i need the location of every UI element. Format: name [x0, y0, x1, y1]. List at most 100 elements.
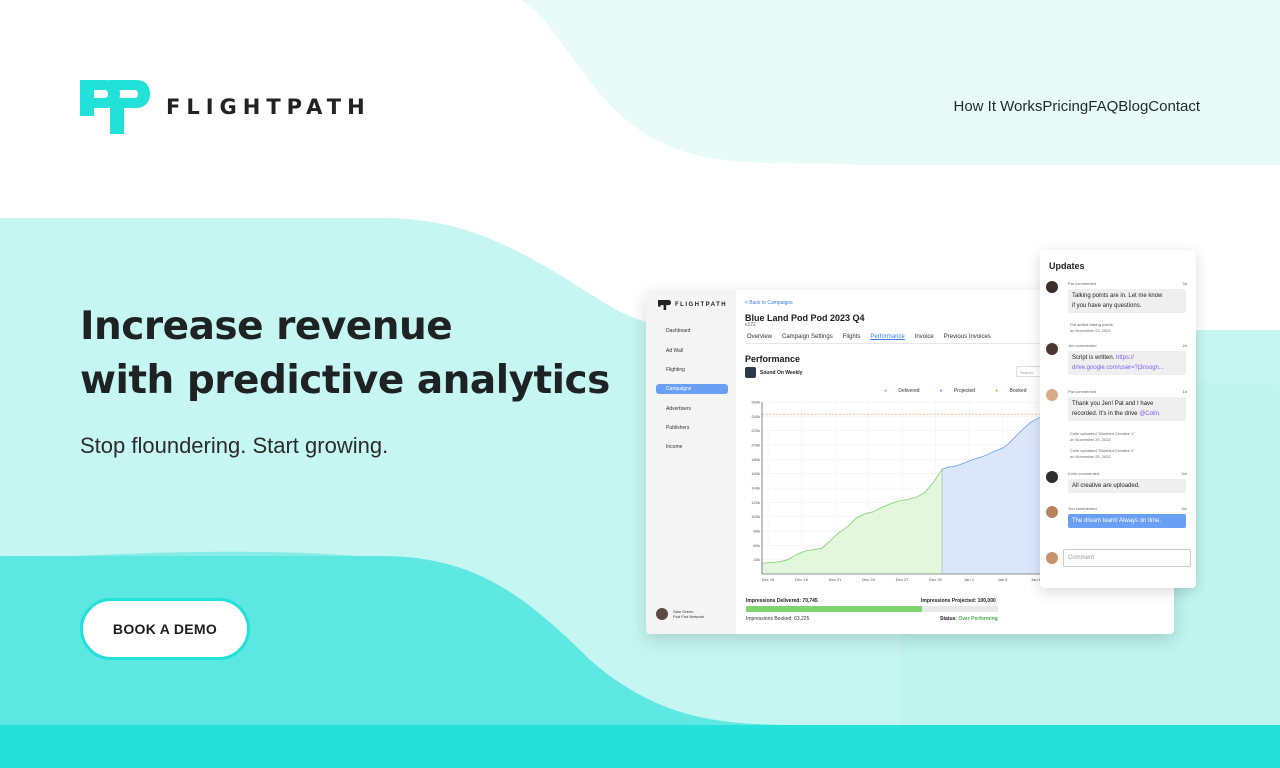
message-time: 1d — [1182, 389, 1187, 394]
x-tick-label: Dec 24 — [862, 577, 875, 582]
sidebar-item-campaigns[interactable]: Campaigns — [656, 384, 728, 394]
mention-link[interactable]: @Colin. — [1139, 411, 1160, 417]
y-tick-label: 60k — [754, 543, 760, 548]
user-profile[interactable]: Sam Green Pod Pod Network — [656, 608, 704, 620]
x-tick-label: Dec 15 — [762, 577, 775, 582]
x-tick-label: Dec 18 — [795, 577, 808, 582]
message-author: Colin commented — [1068, 471, 1100, 476]
y-tick-label: 200k — [751, 443, 760, 448]
hero-title: Increase revenue with predictive analyti… — [80, 300, 610, 408]
sidebar-item-income[interactable]: Income — [656, 442, 728, 452]
sidebar-item-advertisers[interactable]: Advertisers — [656, 404, 728, 414]
message-author: You commented — [1068, 506, 1097, 511]
campaign-title: Blue Land Pod Pod 2023 Q4 — [745, 313, 865, 323]
status-label: Status: — [940, 616, 957, 622]
drive-link-url[interactable]: drive.google.com/user=?j3nsogn... — [1072, 363, 1182, 373]
hero-title-line1: Increase revenue — [80, 304, 453, 349]
avatar — [1046, 389, 1058, 401]
flightpath-logo-icon — [80, 80, 150, 134]
book-demo-button[interactable]: BOOK A DEMO — [80, 598, 250, 660]
podcast-name: Sound On Weekly — [760, 369, 803, 376]
nav-faq[interactable]: FAQ — [1088, 98, 1118, 115]
updates-title: Updates — [1049, 261, 1085, 271]
x-tick-label: Jan 2 — [964, 577, 975, 582]
app-logo-icon — [658, 300, 671, 310]
impressions-delivered: Impressions Delivered: 70,745 — [746, 598, 818, 604]
projected-area — [942, 416, 1042, 574]
nav-contact[interactable]: Contact — [1148, 98, 1200, 115]
x-tick-label: Jan 5 — [998, 577, 1009, 582]
avatar — [1046, 471, 1058, 483]
podcast-cover-icon — [745, 367, 756, 378]
chart-legend: ● Delivered ● Projected ● Booked — [884, 388, 1046, 394]
y-tick-label: 80k — [754, 529, 760, 534]
tab-flights[interactable]: Flights — [843, 334, 861, 340]
tab-performance[interactable]: Performance — [870, 334, 904, 340]
campaign-tabs: Overview Campaign Settings Flights Perfo… — [747, 334, 1001, 340]
legend-booked: ● Booked — [995, 388, 1027, 394]
message-time: 2d — [1182, 343, 1187, 348]
impressions-projected: Impressions Projected: 100,000 — [921, 598, 996, 604]
delivery-progress-fill — [746, 606, 923, 612]
message-bubble: Talking points are in. Let me know if you… — [1068, 289, 1186, 313]
message-author: Jen commented — [1068, 343, 1097, 348]
message-author: Pat commented — [1068, 281, 1097, 286]
app-logo-text: FLIGHTPATH — [675, 302, 728, 308]
y-tick-label: 160k — [751, 471, 760, 476]
campaign-id: c172 — [745, 322, 756, 328]
podcast-label: Sound On Weekly — [745, 367, 802, 378]
comment-input[interactable]: Comment — [1063, 549, 1191, 567]
top-nav: How It Works Pricing FAQ Blog Contact — [953, 98, 1200, 115]
message-time: 5m — [1181, 471, 1187, 476]
message-author: Pat commented — [1068, 389, 1097, 394]
status-value: Over Performing — [958, 616, 998, 622]
avatar — [1046, 552, 1058, 564]
avatar — [656, 608, 668, 620]
sidebar-item-dashboard[interactable]: Dashboard — [656, 326, 728, 336]
hero-subtitle: Stop floundering. Start growing. — [80, 433, 389, 458]
y-tick-label: 140k — [751, 486, 760, 491]
x-tick-label: Dec 27 — [896, 577, 909, 582]
y-tick-label: 240k — [751, 414, 760, 419]
tab-campaign-settings[interactable]: Campaign Settings — [782, 334, 833, 340]
x-tick-label: Dec 30 — [929, 577, 942, 582]
performance-chart: 40k 60k 80k 100k 120k 140k 160k 180k 200k 220k 240… — [751, 400, 1043, 582]
x-tick-label: Dec 21 — [829, 577, 842, 582]
sidebar-item-ad-wall[interactable]: Ad Wall — [656, 346, 728, 356]
delivery-progress-bar — [746, 606, 998, 612]
tab-overview[interactable]: Overview — [747, 334, 772, 340]
avatar — [1046, 343, 1058, 355]
back-to-campaigns-link[interactable]: < Back to Campaigns — [745, 300, 793, 306]
activity-note: Pat added talking points on November 22, … — [1070, 322, 1113, 333]
y-tick-label: 220k — [751, 428, 760, 433]
tab-previous-invoices[interactable]: Previous Invoices — [944, 334, 991, 340]
sidebar-item-flighting[interactable]: Flighting — [656, 365, 728, 375]
activity-note: Colin uploaded "Bluebird Creative 1" on N… — [1070, 431, 1135, 442]
comment-composer: Comment — [1046, 549, 1192, 567]
user-org: Pod Pod Network — [673, 614, 705, 619]
y-tick-label: 40k — [754, 557, 760, 562]
y-tick-label: 100k — [751, 514, 760, 519]
nav-pricing[interactable]: Pricing — [1042, 98, 1088, 115]
message-bubble: Thank you Jen! Pat and I have recorded. … — [1068, 397, 1186, 421]
tab-invoice[interactable]: Invoice — [915, 334, 934, 340]
activity-note: Colin uploaded "Bluebird Creative 2" on N… — [1070, 448, 1135, 459]
performance-heading: Performance — [745, 354, 801, 364]
hero-title-line2: with predictive analytics — [80, 358, 610, 403]
drive-link[interactable]: https:// — [1116, 355, 1134, 361]
message-time: 5m — [1181, 506, 1187, 511]
nav-blog[interactable]: Blog — [1118, 98, 1148, 115]
impressions-booked: Impressions Booked: 63,225 — [746, 616, 810, 622]
avatar — [1046, 506, 1058, 518]
status-badge: Status: Over Performing — [940, 616, 998, 622]
legend-delivered: ● Delivered — [884, 388, 920, 394]
updates-panel: Updates Pat commented 3d Talking points … — [1040, 250, 1196, 588]
legend-projected: ● Projected — [939, 388, 976, 394]
message-time: 3d — [1182, 281, 1187, 286]
app-sidebar: FLIGHTPATH Dashboard Ad Wall Flighting C… — [646, 290, 736, 634]
sidebar-item-publishers[interactable]: Publishers — [656, 423, 728, 433]
brand-logo[interactable]: FLIGHTPATH — [80, 80, 371, 134]
nav-how-it-works[interactable]: How It Works — [953, 98, 1042, 115]
avatar — [1046, 281, 1058, 293]
app-logo: FLIGHTPATH — [658, 300, 727, 310]
